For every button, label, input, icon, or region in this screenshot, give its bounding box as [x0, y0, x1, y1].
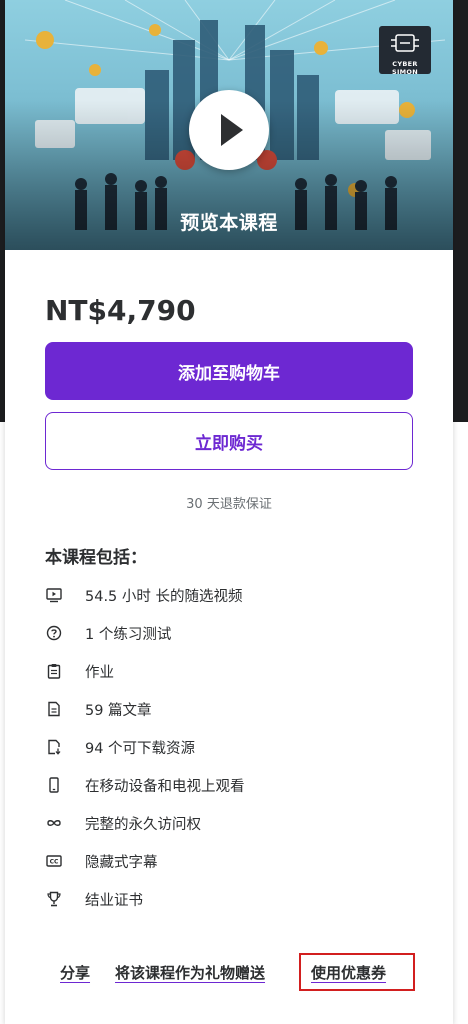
- brand-logo-mark: [391, 34, 419, 52]
- question-circle-icon: [45, 624, 63, 642]
- include-item-text: 1 个练习测试: [85, 626, 172, 643]
- include-item-lifetime-access: 完整的永久访问权: [45, 804, 425, 842]
- course-price: NT$4,790: [45, 294, 196, 327]
- include-item-text: 59 篇文章: [85, 702, 152, 719]
- closed-captions-icon: CC: [45, 852, 63, 870]
- include-item-mobile: 在移动设备和电视上观看: [45, 766, 425, 804]
- include-item-text: 作业: [85, 664, 114, 681]
- coupon-highlight-box: [299, 953, 415, 991]
- clipboard-icon: [45, 662, 63, 680]
- brand-logo-text: CYBER SIMON: [391, 60, 419, 76]
- svg-text:CC: CC: [50, 859, 59, 866]
- include-item-text: 在移动设备和电视上观看: [85, 778, 245, 795]
- includes-title: 本课程包括：: [45, 548, 147, 568]
- file-text-icon: [45, 700, 63, 718]
- add-to-cart-button[interactable]: 添加至购物车: [45, 342, 413, 400]
- brand-logo: CYBER SIMON: [379, 26, 431, 76]
- mobile-device-icon: [45, 776, 63, 794]
- include-item-video: 54.5 小时 长的随选视频: [45, 576, 425, 614]
- include-item-text: 隐藏式字幕: [85, 854, 158, 871]
- preview-course-label[interactable]: 预览本课程: [5, 208, 453, 235]
- play-icon[interactable]: [189, 90, 269, 170]
- infinity-icon: [45, 814, 63, 832]
- gift-course-link[interactable]: 将该课程作为礼物赠送: [115, 962, 265, 983]
- money-back-guarantee: 30 天退款保证: [186, 497, 272, 512]
- share-link[interactable]: 分享: [60, 962, 90, 983]
- purchase-card: CYBER SIMON 预览本课程 NT$4,790 添加至购物车 立即购买 3…: [5, 0, 453, 1024]
- include-item-practice-test: 1 个练习测试: [45, 614, 425, 652]
- course-preview[interactable]: CYBER SIMON 预览本课程: [5, 0, 453, 250]
- include-item-articles: 59 篇文章: [45, 690, 425, 728]
- include-item-text: 54.5 小时 长的随选视频: [85, 588, 243, 605]
- trophy-icon: [45, 890, 63, 908]
- download-file-icon: [45, 738, 63, 756]
- include-item-text: 完整的永久访问权: [85, 816, 201, 833]
- include-item-text: 94 个可下载资源: [85, 740, 196, 757]
- include-item-assignments: 作业: [45, 652, 425, 690]
- include-item-certificate: 结业证书: [45, 880, 425, 918]
- buy-now-button[interactable]: 立即购买: [45, 412, 413, 470]
- includes-list: 54.5 小时 长的随选视频 1 个练习测试 作业 59 篇文章 94 个可下载…: [45, 576, 425, 918]
- video-icon: [45, 586, 63, 604]
- include-item-downloads: 94 个可下载资源: [45, 728, 425, 766]
- include-item-text: 结业证书: [85, 892, 143, 909]
- include-item-captions: CC 隐藏式字幕: [45, 842, 425, 880]
